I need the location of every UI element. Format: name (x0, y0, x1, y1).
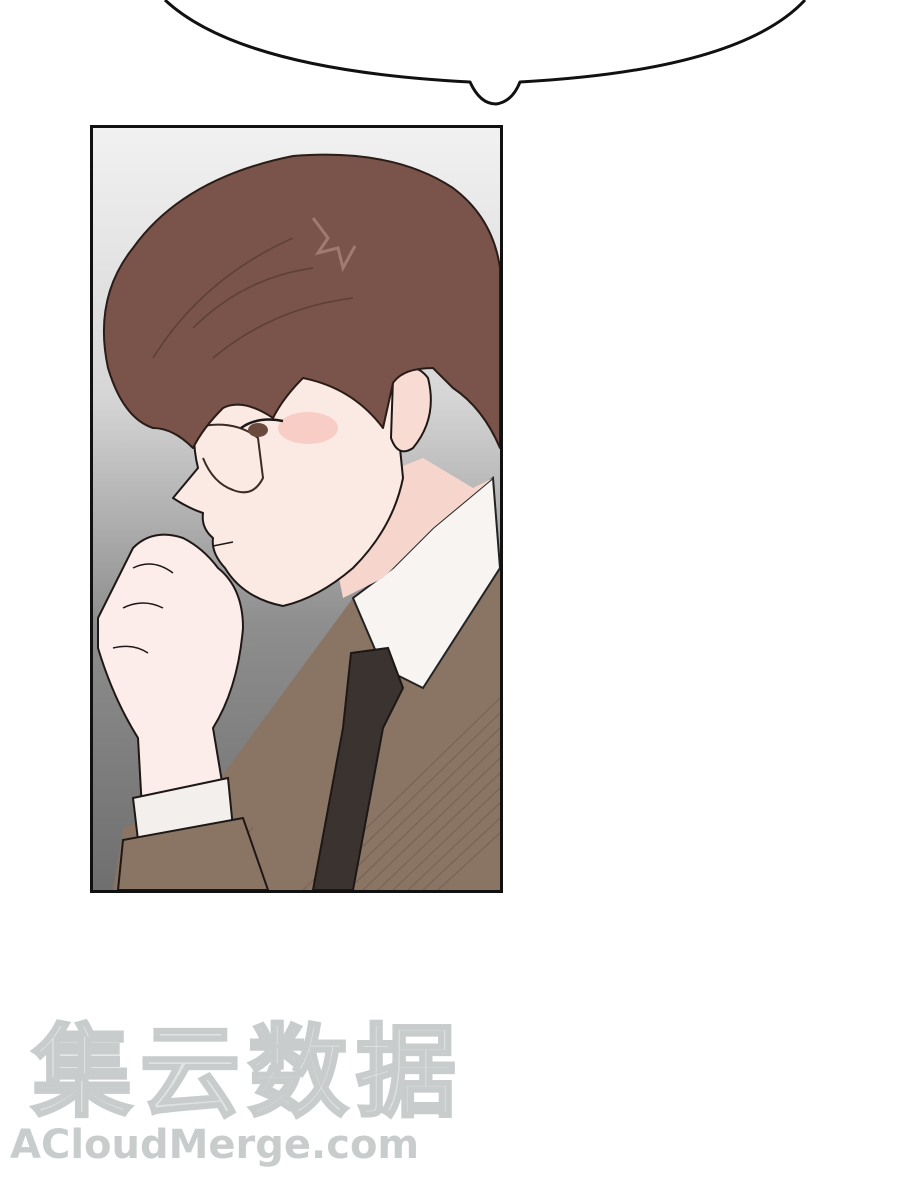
watermark-cjk-text: 集云数据 (31, 1014, 464, 1131)
watermark: 集云数据 ACloudMerge.com (10, 1015, 458, 1185)
watermark-latin-text: ACloudMerge.com (10, 1122, 420, 1168)
character-illustration (97, 153, 500, 890)
comic-panel (90, 125, 503, 893)
speech-bubble (163, 0, 807, 106)
